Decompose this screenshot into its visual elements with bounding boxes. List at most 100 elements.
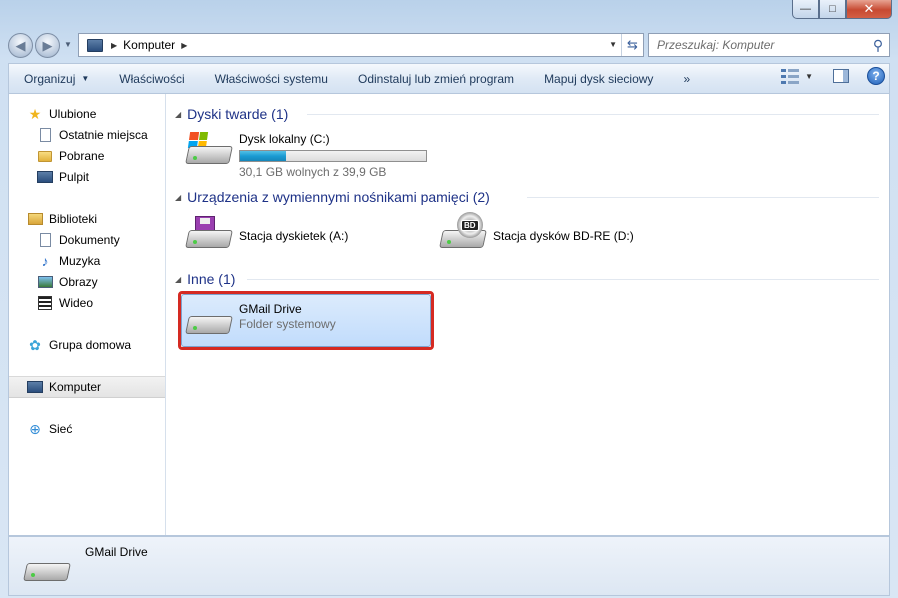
homegroup-icon: ✿ bbox=[29, 336, 41, 353]
sidebar-item-label: Pulpit bbox=[59, 170, 90, 184]
details-pane: GMail Drive bbox=[8, 536, 890, 596]
navigation-bar: ◀ ▶ ▼ ▶ Komputer ▶ ▼ ⇆ ⚲ bbox=[8, 30, 890, 60]
help-icon[interactable]: ? bbox=[867, 67, 885, 85]
view-options-dropdown-icon[interactable]: ▼ bbox=[805, 72, 813, 81]
caption-buttons: — □ ✕ bbox=[792, 0, 892, 20]
disc-icon: BD bbox=[457, 212, 483, 238]
sidebar-item-label: Komputer bbox=[49, 380, 102, 394]
address-bar[interactable]: ▶ Komputer ▶ ▼ ⇆ bbox=[78, 33, 644, 57]
sidebar-item-desktop[interactable]: Pulpit bbox=[9, 167, 165, 187]
forward-button[interactable]: ▶ bbox=[35, 33, 60, 58]
breadcrumb-chevron-icon[interactable]: ▶ bbox=[111, 41, 117, 50]
sidebar-item-label: Grupa domowa bbox=[49, 338, 132, 352]
content-pane: ◢ Dyski twarde (1) Dysk lokalny (C:) 30,1… bbox=[167, 94, 889, 535]
uninstall-program-button[interactable]: Odinstaluj lub zmień program bbox=[343, 72, 529, 86]
close-button[interactable]: ✕ bbox=[846, 0, 892, 19]
details-item-name: GMail Drive bbox=[85, 545, 148, 559]
group-title: Inne (1) bbox=[187, 271, 244, 287]
collapse-triangle-icon[interactable]: ◢ bbox=[175, 193, 181, 202]
map-network-drive-button[interactable]: Mapuj dysk sieciowy bbox=[529, 72, 668, 86]
group-header-other[interactable]: ◢ Inne (1) bbox=[175, 269, 244, 289]
back-button[interactable]: ◀ bbox=[8, 33, 33, 58]
drive-local-c[interactable]: Dysk lokalny (C:) 30,1 GB wolnych z 39,9… bbox=[185, 132, 427, 180]
floppy-drive-icon bbox=[185, 216, 233, 252]
recent-pages-dropdown[interactable]: ▼ bbox=[64, 40, 72, 49]
disk-usage-bar bbox=[239, 150, 427, 162]
toolbar-right-tools: ▼ ? bbox=[781, 67, 885, 85]
organize-menu-button[interactable]: Organizuj ▼ bbox=[9, 72, 104, 86]
minimize-button[interactable]: — bbox=[792, 0, 819, 19]
drive-floppy-a[interactable]: Stacja dyskietek (A:) bbox=[185, 216, 348, 252]
pictures-icon bbox=[37, 274, 53, 290]
gmail-drive-icon bbox=[185, 302, 233, 338]
gmail-drive-item[interactable]: GMail Drive Folder systemowy bbox=[185, 302, 336, 338]
group-divider bbox=[247, 279, 879, 280]
group-title: Dyski twarde (1) bbox=[187, 106, 297, 122]
main-panes: ★ Ulubione Ostatnie miejsca Pobrane Pulpi… bbox=[8, 94, 890, 536]
desktop-icon bbox=[37, 169, 53, 185]
command-bar: Organizuj ▼ Właściwości Właściwości syste… bbox=[8, 63, 890, 94]
sidebar-item-favorites[interactable]: ★ Ulubione bbox=[9, 104, 165, 124]
group-header-removable[interactable]: ◢ Urządzenia z wymiennymi nośnikami pamię… bbox=[175, 187, 498, 207]
sidebar-item-recent-places[interactable]: Ostatnie miejsca bbox=[9, 125, 165, 145]
sidebar-item-label: Pobrane bbox=[59, 149, 105, 163]
group-title: Urządzenia z wymiennymi nośnikami pamięc… bbox=[187, 189, 498, 205]
downloads-folder-icon bbox=[37, 148, 53, 164]
breadcrumb-chevron-icon[interactable]: ▶ bbox=[181, 41, 187, 50]
video-icon bbox=[37, 295, 53, 311]
sidebar-item-label: Dokumenty bbox=[59, 233, 120, 247]
documents-icon bbox=[37, 232, 53, 248]
network-icon: ⊕ bbox=[29, 420, 41, 437]
sidebar-item-music[interactable]: ♪ Muzyka bbox=[9, 251, 165, 271]
sidebar-item-label: Sieć bbox=[49, 422, 73, 436]
sidebar-item-label: Muzyka bbox=[59, 254, 101, 268]
breadcrumb-computer[interactable]: Komputer bbox=[123, 38, 175, 52]
disk-usage-fill bbox=[240, 151, 286, 161]
refresh-button[interactable]: ⇆ bbox=[621, 34, 643, 56]
drive-label: Dysk lokalny (C:) bbox=[239, 132, 330, 146]
sidebar-item-homegroup[interactable]: ✿ Grupa domowa bbox=[9, 335, 165, 355]
change-view-icon[interactable] bbox=[781, 68, 800, 84]
gmail-drive-icon bbox=[23, 549, 71, 585]
drive-label: GMail Drive bbox=[239, 302, 302, 316]
group-header-hard-disks[interactable]: ◢ Dyski twarde (1) bbox=[175, 104, 297, 124]
computer-icon bbox=[27, 379, 43, 395]
search-box[interactable]: ⚲ bbox=[648, 33, 890, 57]
sidebar-item-label: Wideo bbox=[59, 296, 94, 310]
sidebar-item-libraries[interactable]: Biblioteki bbox=[9, 209, 165, 229]
search-icon[interactable]: ⚲ bbox=[867, 37, 889, 54]
computer-icon bbox=[87, 38, 103, 52]
collapse-triangle-icon[interactable]: ◢ bbox=[175, 275, 181, 284]
preview-pane-icon[interactable] bbox=[833, 69, 849, 83]
more-commands-button[interactable]: » bbox=[668, 72, 705, 86]
system-properties-button[interactable]: Właściwości systemu bbox=[200, 72, 343, 86]
navigation-pane: ★ Ulubione Ostatnie miejsca Pobrane Pulpi… bbox=[9, 94, 166, 535]
sidebar-item-pictures[interactable]: Obrazy bbox=[9, 272, 165, 292]
sidebar-item-downloads[interactable]: Pobrane bbox=[9, 146, 165, 166]
sidebar-item-computer[interactable]: Komputer bbox=[9, 376, 165, 398]
hard-disk-icon bbox=[185, 132, 233, 168]
sidebar-item-documents[interactable]: Dokumenty bbox=[9, 230, 165, 250]
explorer-window: — □ ✕ ◀ ▶ ▼ ▶ Komputer ▶ ▼ ⇆ ⚲ Organizuj… bbox=[0, 0, 898, 598]
sidebar-item-network[interactable]: ⊕ Sieć bbox=[9, 419, 165, 439]
drive-label: Stacja dysków BD-RE (D:) bbox=[493, 229, 634, 243]
sidebar-item-videos[interactable]: Wideo bbox=[9, 293, 165, 313]
forward-arrow-icon: ▶ bbox=[42, 37, 53, 53]
free-space-text: 30,1 GB wolnych z 39,9 GB bbox=[239, 165, 387, 179]
group-divider bbox=[307, 114, 879, 115]
group-divider bbox=[527, 197, 879, 198]
star-icon: ★ bbox=[28, 105, 42, 122]
libraries-icon bbox=[27, 211, 43, 227]
maximize-button[interactable]: □ bbox=[819, 0, 846, 19]
sidebar-item-label: Ulubione bbox=[49, 107, 97, 121]
back-arrow-icon: ◀ bbox=[15, 37, 26, 53]
drive-bd-re-d[interactable]: BD Stacja dysków BD-RE (D:) bbox=[439, 212, 634, 252]
drive-subtitle: Folder systemowy bbox=[239, 317, 336, 331]
properties-button[interactable]: Właściwości bbox=[104, 72, 199, 86]
music-icon: ♪ bbox=[41, 253, 49, 269]
collapse-triangle-icon[interactable]: ◢ bbox=[175, 110, 181, 119]
drive-label: Stacja dyskietek (A:) bbox=[239, 229, 349, 243]
bd-drive-icon: BD bbox=[439, 212, 487, 252]
address-history-dropdown-icon[interactable]: ▼ bbox=[609, 40, 617, 49]
search-input[interactable] bbox=[649, 38, 867, 52]
